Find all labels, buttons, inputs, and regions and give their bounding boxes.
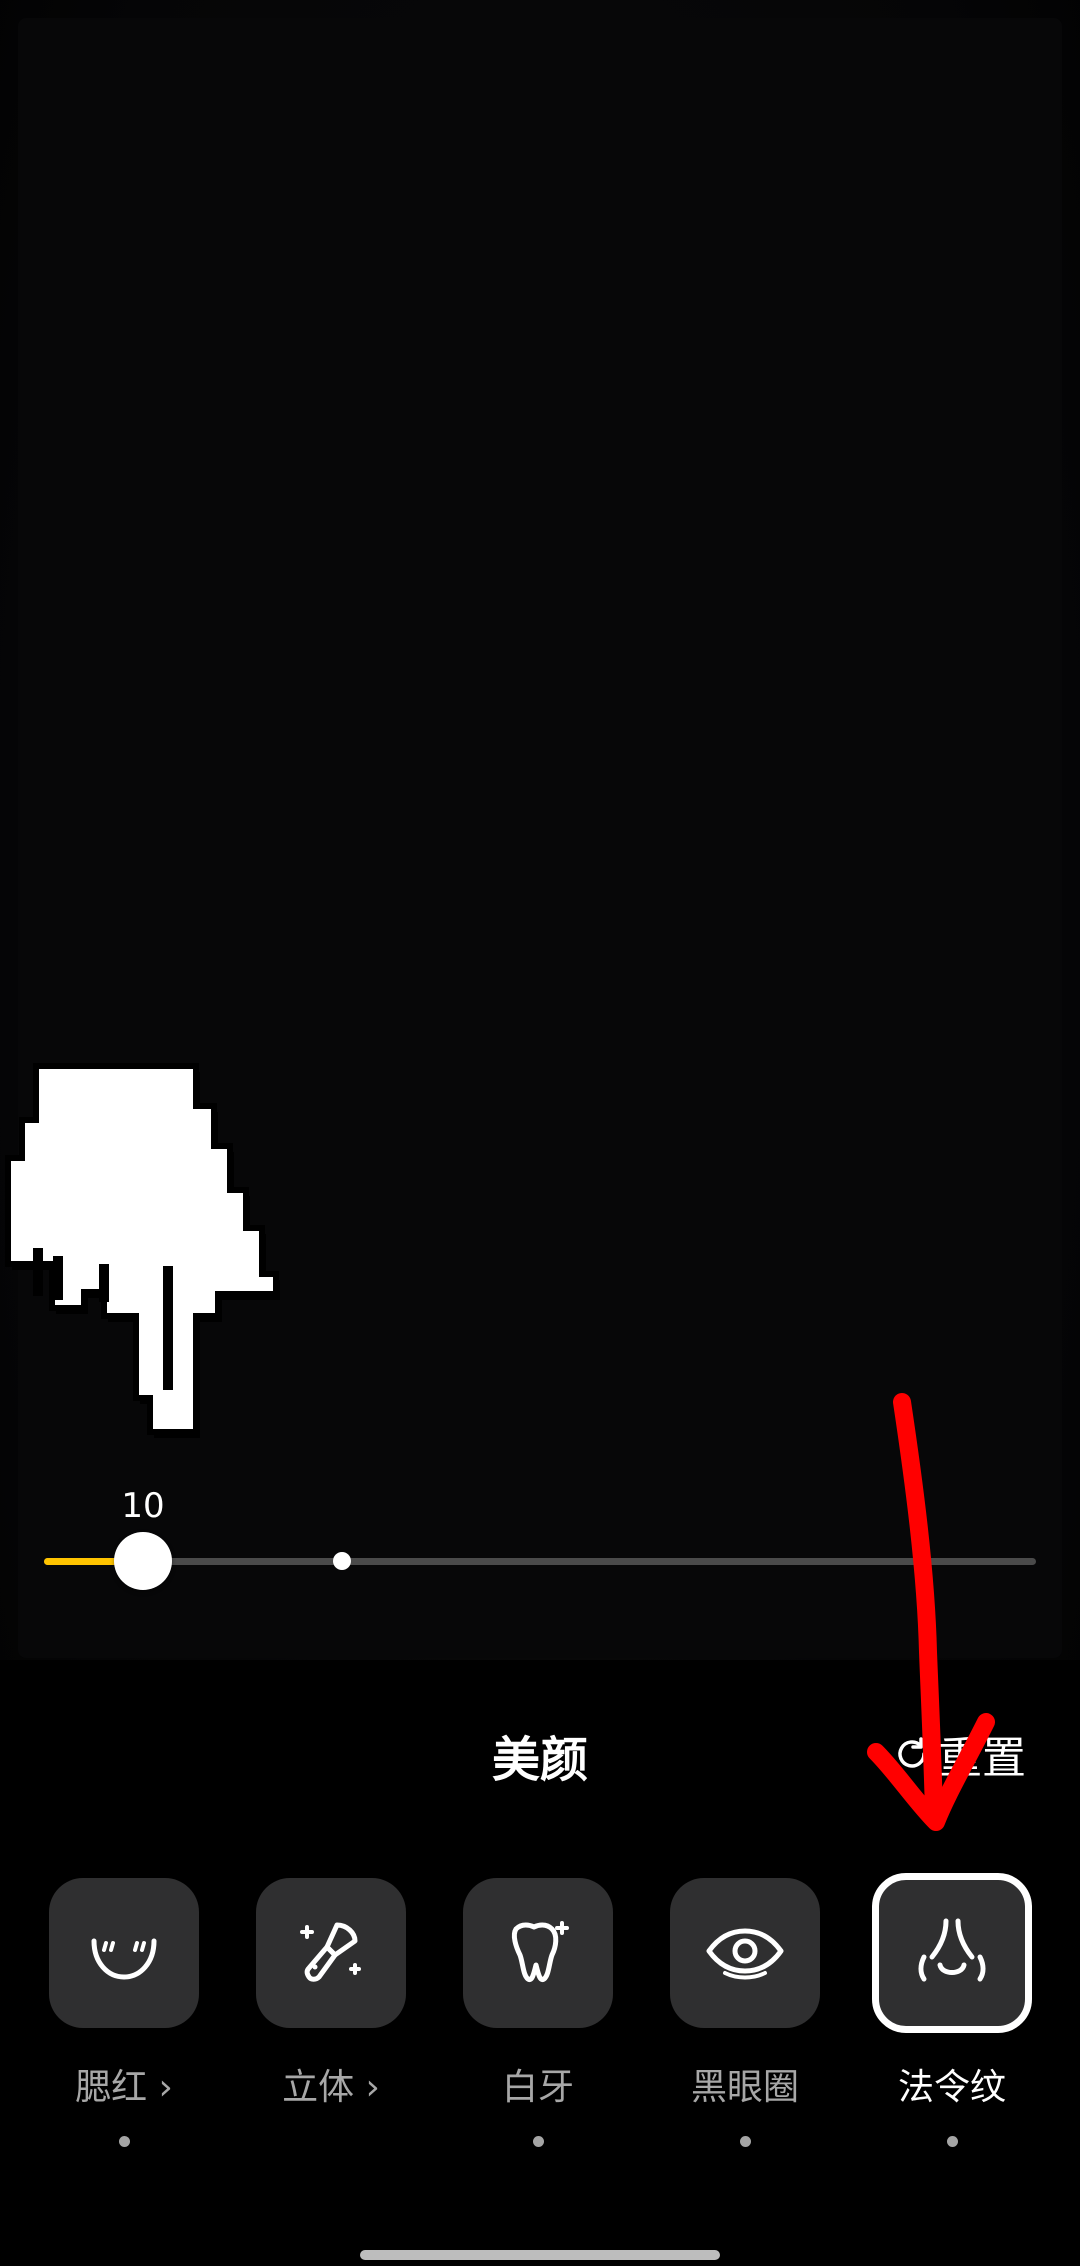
tooth-sparkle-icon (511, 1921, 569, 1983)
tool-nasolabial-folds[interactable]: 法令纹 (872, 1873, 1032, 2147)
tool-nasolabial-folds-label: 法令纹 (897, 2067, 1006, 2108)
tool-teeth-whitening-label: 白牙 (501, 2067, 574, 2108)
slider-thumb[interactable] (114, 1532, 172, 1590)
tool-contour-button[interactable] (256, 1878, 406, 2028)
contour-brush-icon (300, 1922, 361, 1982)
pixel-hand-pointer-icon (5, 1063, 280, 1438)
nose-icon (918, 1918, 986, 1982)
blush-face-icon (91, 1938, 157, 1980)
tool-blush-indicator-dot (118, 2136, 130, 2147)
home-indicator-bar[interactable] (360, 2250, 720, 2260)
tool-teeth-whitening-button[interactable] (463, 1878, 613, 2028)
tool-dark-circles-button[interactable] (670, 1878, 820, 2028)
tool-blush-label: 腮红 › (75, 2067, 173, 2108)
tool-contour-label: 立体 › (282, 2067, 380, 2108)
tool-nasolabial-folds-indicator-dot (946, 2136, 958, 2147)
red-arrow-icon (867, 1393, 995, 1831)
slider-default-marker (333, 1552, 351, 1570)
tool-teeth-whitening-indicator-dot (532, 2136, 544, 2147)
tool-contour[interactable]: 立体 › (256, 1878, 406, 2147)
eye-icon (706, 1928, 784, 1980)
tool-dark-circles[interactable]: 黑眼圈 (670, 1878, 820, 2147)
tool-dark-circles-indicator-dot (739, 2136, 751, 2147)
camera-viewport: 10 美颜 重置 腮红 › 立体 › 白牙 黑眼圈 法令纹 (0, 0, 1080, 2266)
tool-dark-circles-label: 黑眼圈 (690, 2067, 799, 2108)
tool-blush[interactable]: 腮红 › (49, 1878, 199, 2147)
slider-value-label: 10 (121, 1486, 165, 1526)
tool-blush-button[interactable] (49, 1878, 199, 2028)
tool-teeth-whitening[interactable]: 白牙 (463, 1878, 613, 2147)
tool-nasolabial-folds-button[interactable] (872, 1873, 1032, 2033)
